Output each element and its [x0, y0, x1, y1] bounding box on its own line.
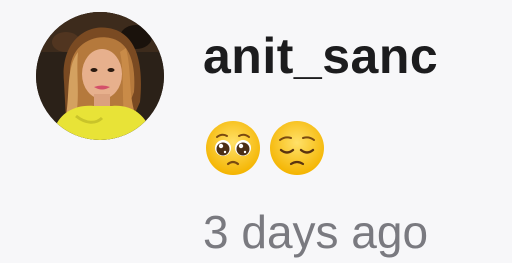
- username[interactable]: anit_sanc: [203, 26, 438, 86]
- comment: anit_sanc 🥺😔: [0, 0, 512, 263]
- avatar-image: [36, 12, 164, 140]
- pensive-face-icon: [267, 118, 327, 178]
- comment-text: 🥺😔: [203, 118, 327, 182]
- avatar[interactable]: [36, 12, 164, 140]
- pleading-face-icon: [203, 118, 263, 178]
- timestamp: 3 days ago: [203, 206, 429, 258]
